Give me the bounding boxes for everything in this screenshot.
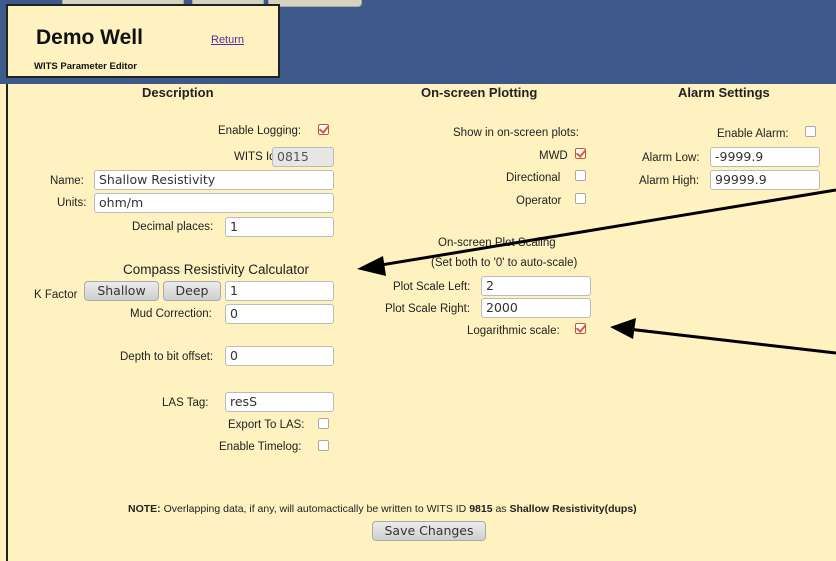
arrow-calculator-head <box>357 256 386 276</box>
annotation-arrows <box>357 188 836 355</box>
arrow-log-scale-head <box>610 318 636 339</box>
arrow-calculator <box>374 188 836 268</box>
arrow-log-scale <box>627 327 836 355</box>
